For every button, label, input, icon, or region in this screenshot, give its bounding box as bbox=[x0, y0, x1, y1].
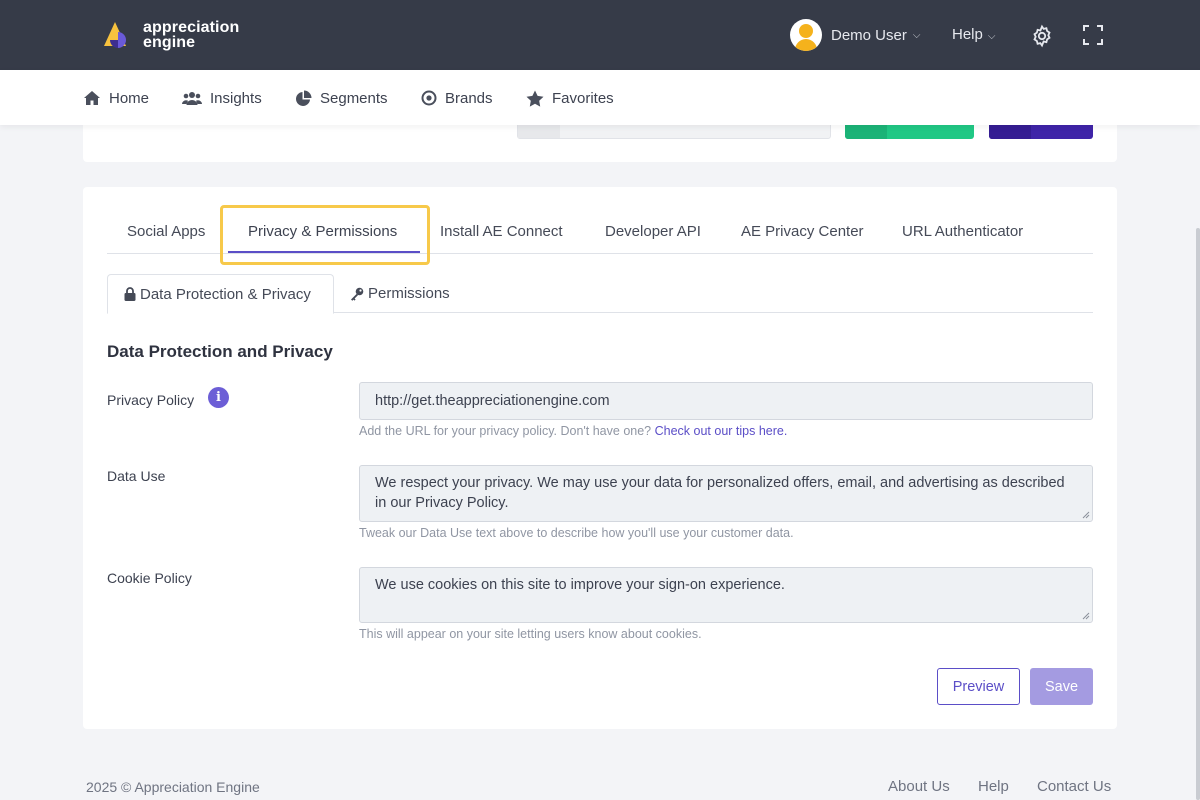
cookie-policy-textarea[interactable]: We use cookies on this site to improve y… bbox=[359, 567, 1093, 623]
page-scrollbar[interactable] bbox=[1196, 228, 1200, 800]
cookie-policy-label: Cookie Policy bbox=[107, 570, 192, 586]
footer-link-contact[interactable]: Contact Us bbox=[1037, 778, 1111, 795]
save-button[interactable]: Save bbox=[1030, 668, 1093, 705]
settings-card: Social Apps Privacy & Permissions Instal… bbox=[83, 187, 1117, 729]
nav-item-segments[interactable]: Segments bbox=[295, 89, 388, 107]
subtab-data-protection[interactable]: Data Protection & Privacy bbox=[107, 274, 334, 314]
nav-label: Segments bbox=[320, 89, 388, 107]
home-icon bbox=[84, 91, 100, 105]
nav-item-brands[interactable]: Brands bbox=[421, 89, 493, 107]
tab-url-authenticator[interactable]: URL Authenticator bbox=[902, 223, 1023, 240]
data-use-textarea[interactable]: We respect your privacy. We may use your… bbox=[359, 465, 1093, 522]
nav-label: Brands bbox=[445, 89, 493, 107]
brand-logo[interactable]: appreciation engine bbox=[102, 18, 252, 54]
tips-link[interactable]: Check out our tips here. bbox=[655, 424, 788, 438]
cookie-policy-value: We use cookies on this site to improve y… bbox=[375, 577, 785, 593]
users-icon bbox=[182, 92, 202, 105]
active-tab-indicator bbox=[228, 251, 420, 253]
sub-tabs: Data Protection & Privacy Permissions bbox=[107, 274, 1093, 314]
tab-privacy-permissions[interactable]: Privacy & Permissions bbox=[248, 223, 397, 240]
nav-label: Favorites bbox=[552, 89, 614, 107]
star-icon bbox=[526, 90, 544, 107]
info-icon[interactable]: i bbox=[208, 387, 229, 408]
footer-copyright: 2025 © Appreciation Engine bbox=[86, 779, 260, 795]
main-nav: Home Insights Segments Brands Favorites bbox=[0, 70, 1200, 125]
chevron-down-icon: ⌵ bbox=[987, 31, 996, 42]
footer-link-about[interactable]: About Us bbox=[888, 778, 950, 795]
pie-chart-icon bbox=[296, 90, 312, 106]
help-menu[interactable]: Help ⌵ bbox=[952, 26, 995, 43]
nav-label: Home bbox=[109, 89, 150, 107]
key-icon bbox=[351, 287, 364, 301]
nav-item-insights[interactable]: Insights bbox=[182, 89, 262, 107]
resize-handle-icon[interactable] bbox=[1082, 511, 1090, 519]
gear-icon[interactable] bbox=[1030, 24, 1054, 53]
nav-label: Insights bbox=[210, 89, 262, 107]
logo-line-1: appreciation bbox=[143, 19, 240, 36]
user-name: Demo User bbox=[831, 26, 907, 44]
tab-social-apps[interactable]: Social Apps bbox=[127, 223, 205, 240]
nav-item-favorites[interactable]: Favorites bbox=[526, 89, 614, 107]
user-menu[interactable]: Demo User ⌵ bbox=[790, 19, 920, 51]
logo-line-2: engine bbox=[143, 34, 196, 51]
help-label: Help bbox=[952, 26, 983, 43]
privacy-policy-label: Privacy Policy bbox=[107, 392, 195, 408]
section-title: Data Protection and Privacy bbox=[107, 342, 333, 361]
fullscreen-icon[interactable] bbox=[1083, 25, 1103, 50]
tab-install-ae-connect[interactable]: Install AE Connect bbox=[440, 223, 563, 240]
subtab-label: Permissions bbox=[368, 285, 450, 302]
data-use-value: We respect your privacy. We may use your… bbox=[375, 475, 1065, 511]
subtab-label: Data Protection & Privacy bbox=[140, 285, 311, 303]
footer-link-help[interactable]: Help bbox=[978, 778, 1009, 795]
tab-ae-privacy-center[interactable]: AE Privacy Center bbox=[741, 223, 864, 240]
tab-developer-api[interactable]: Developer API bbox=[605, 223, 701, 240]
preview-button[interactable]: Preview bbox=[937, 668, 1020, 705]
top-bar: appreciation engine Demo User ⌵ Help ⌵ bbox=[0, 0, 1200, 70]
privacy-policy-help: Add the URL for your privacy policy. Don… bbox=[359, 424, 787, 438]
avatar bbox=[790, 19, 822, 51]
chevron-down-icon: ⌵ bbox=[912, 29, 921, 41]
logo-text: appreciation engine bbox=[143, 19, 240, 51]
logo-mark-icon bbox=[104, 22, 126, 48]
data-use-help: Tweak our Data Use text above to describ… bbox=[359, 526, 794, 540]
nav-item-home[interactable]: Home bbox=[83, 89, 149, 107]
cookie-policy-help: This will appear on your site letting us… bbox=[359, 627, 702, 641]
privacy-policy-input[interactable]: http://get.theappreciationengine.com bbox=[359, 382, 1093, 420]
privacy-policy-help-text: Add the URL for your privacy policy. Don… bbox=[359, 424, 652, 438]
subtab-permissions[interactable]: Permissions bbox=[334, 274, 466, 313]
target-icon bbox=[421, 90, 437, 106]
lock-icon bbox=[124, 287, 136, 301]
data-use-label: Data Use bbox=[107, 468, 166, 484]
resize-handle-icon[interactable] bbox=[1082, 612, 1090, 620]
settings-tabs: Social Apps Privacy & Permissions Instal… bbox=[107, 209, 1093, 254]
